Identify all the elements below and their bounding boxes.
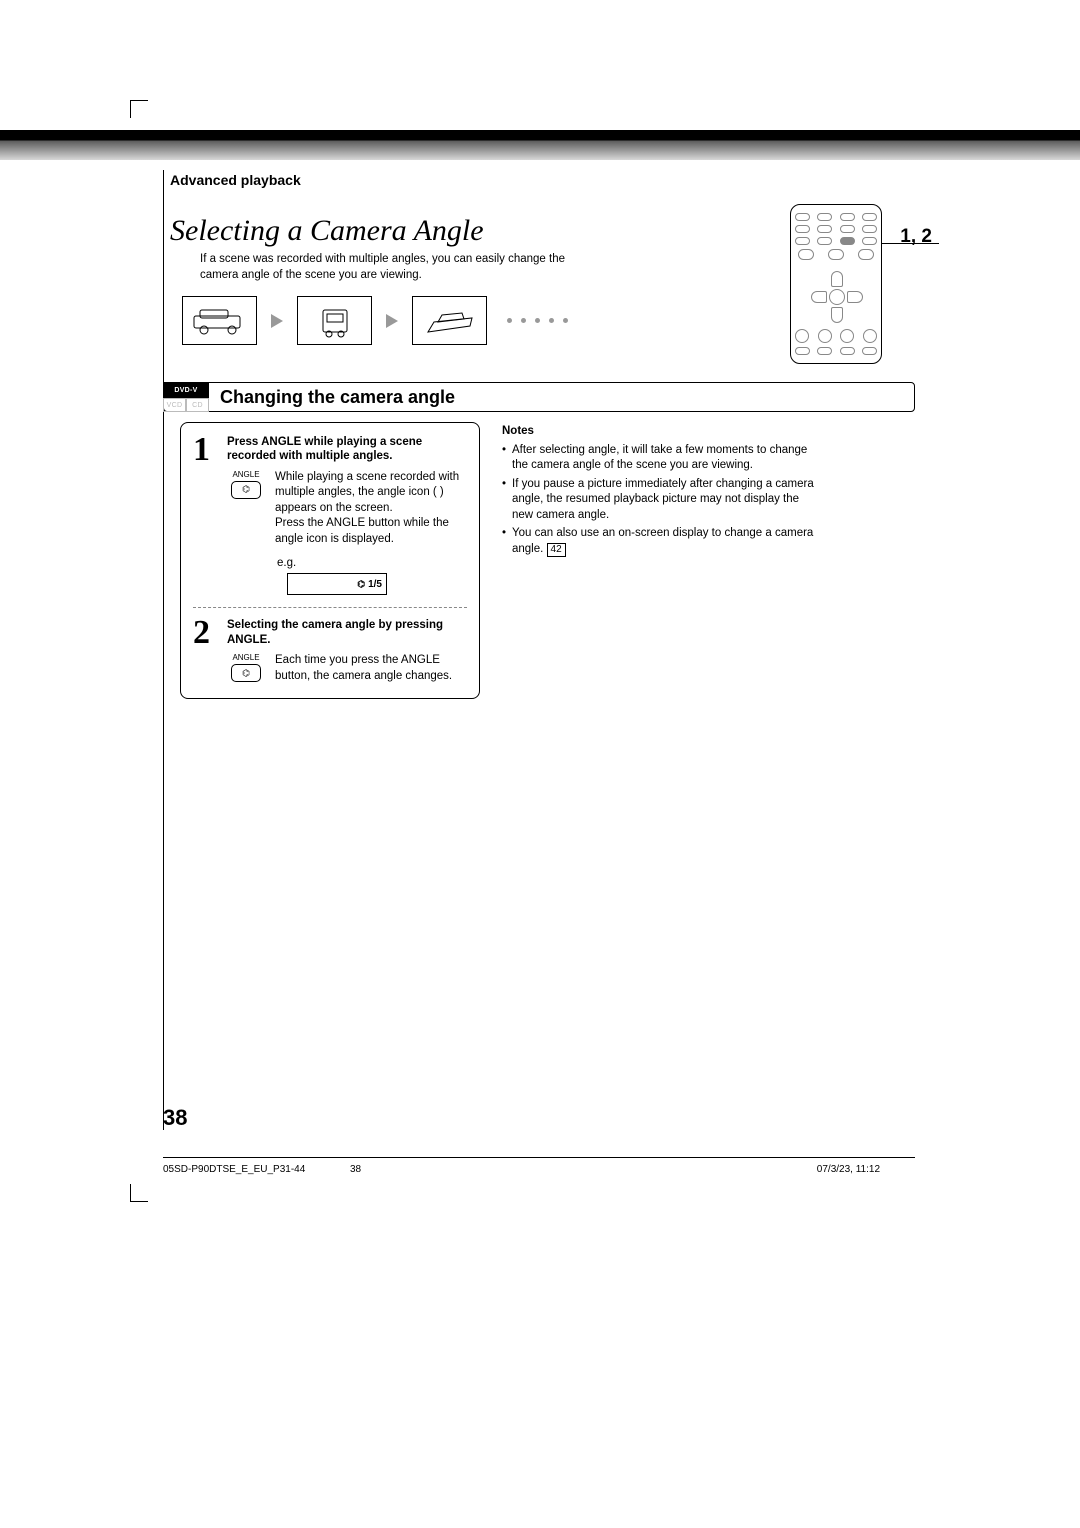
step-1-heading: Press ANGLE while playing a scene record… <box>227 435 467 464</box>
section-heading-bar: DVD-V VCD CD Changing the camera angle <box>163 382 915 412</box>
tag-dvd: DVD-V <box>163 382 209 398</box>
step-divider <box>193 607 467 608</box>
arrow-icon <box>271 314 283 328</box>
notes-section: Notes After selecting angle, it will tak… <box>502 424 822 560</box>
step-2-body: Each time you press the ANGLE button, th… <box>275 653 467 684</box>
car-angle-3 <box>412 296 487 345</box>
notes-heading: Notes <box>502 424 822 440</box>
camera-icon: ⌬ <box>242 668 250 679</box>
page-title: Selecting a Camera Angle <box>170 214 484 248</box>
step-2: 2 Selecting the camera angle by pressing… <box>193 618 467 684</box>
angle-button-illustration: ANGLE ⌬ <box>227 470 265 548</box>
example-osd: ⌬ 1/5 <box>287 573 387 595</box>
step-1: 1 Press ANGLE while playing a scene reco… <box>193 435 467 595</box>
footer-filename: 05SD-P90DTSE_E_EU_P31-44 <box>163 1164 305 1175</box>
crop-mark-top-left <box>130 100 148 118</box>
tag-vcd: VCD <box>163 398 186 412</box>
page-number: 38 <box>163 1105 187 1131</box>
footer-page: 38 <box>350 1164 361 1175</box>
section-label: Advanced playback <box>170 172 301 188</box>
tag-cd: CD <box>186 398 209 412</box>
note-item: You can also use an on-screen display to… <box>502 526 822 557</box>
angle-button-illustration: ANGLE ⌬ <box>227 653 265 684</box>
section-heading: Changing the camera angle <box>220 387 455 408</box>
note-item: After selecting angle, it will take a fe… <box>502 443 822 474</box>
camera-icon: ⌬ <box>357 579 365 590</box>
remote-angle-button-highlight <box>840 237 855 245</box>
disc-compatibility-tags: DVD-V VCD CD <box>163 382 209 412</box>
footer-rule <box>163 1157 915 1158</box>
crop-mark-bottom-left <box>130 1184 148 1202</box>
example-label: e.g. <box>277 557 467 569</box>
step-number: 1 <box>193 435 219 595</box>
example-value: 1/5 <box>368 579 382 590</box>
arrow-icon <box>386 314 398 328</box>
steps-panel: 1 Press ANGLE while playing a scene reco… <box>180 422 480 699</box>
remote-step-callout: 1, 2 <box>900 226 932 248</box>
angle-illustration-row <box>182 296 568 345</box>
page-subtitle: If a scene was recorded with multiple an… <box>200 252 570 283</box>
left-margin-rule <box>163 170 164 1130</box>
remote-illustration <box>790 204 882 364</box>
camera-icon: ⌬ <box>242 484 250 495</box>
step-number: 2 <box>193 618 219 684</box>
car-angle-1 <box>182 296 257 345</box>
header-gradient-bar <box>0 130 1080 160</box>
step-1-body-2: Press the ANGLE button while the angle i… <box>275 516 467 547</box>
car-angle-2 <box>297 296 372 345</box>
page-reference: 42 <box>547 543 566 557</box>
step-2-heading: Selecting the camera angle by pressing A… <box>227 618 467 647</box>
note-item: If you pause a picture immediately after… <box>502 477 822 524</box>
footer-timestamp: 07/3/23, 11:12 <box>817 1164 880 1175</box>
step-1-body-1: While playing a scene recorded with mult… <box>275 470 467 517</box>
